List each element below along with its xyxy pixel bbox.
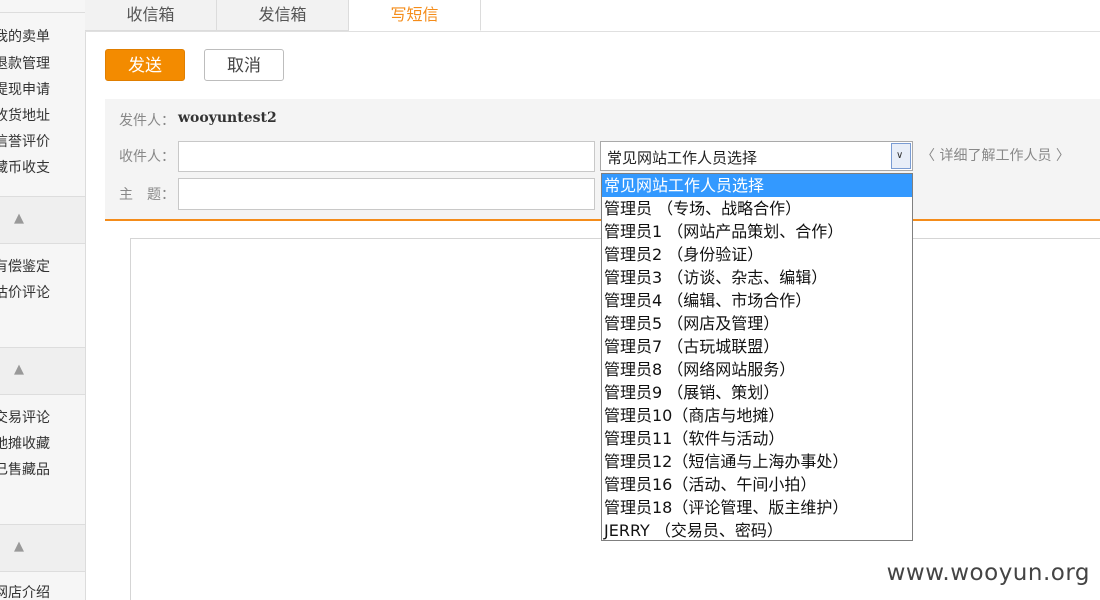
sidebar-item-stall-favorites[interactable]: 地摊收藏 [0, 435, 50, 453]
dropdown-arrow-button[interactable]: ∨ [891, 143, 911, 169]
left-sidebar: 我的卖单 退款管理 提现申请 收货地址 信誉评价 藏币收支 ▲ 有偿鉴定 估价评… [0, 0, 86, 600]
tab-compose[interactable]: 写短信 [349, 0, 481, 31]
tab-inbox[interactable]: 收信箱 [85, 0, 217, 31]
chevron-up-icon: ▲ [14, 362, 24, 377]
send-button[interactable]: 发送 [105, 49, 185, 81]
sidebar-item-sold-items[interactable]: 已售藏品 [0, 461, 50, 479]
sidebar-item-trade-comments[interactable]: 交易评论 [0, 409, 50, 427]
sidebar-item-refund-management[interactable]: 退款管理 [0, 55, 50, 73]
dropdown-option[interactable]: 管理员5 （网店及管理） [602, 312, 912, 335]
sidebar-item-shipping-address[interactable]: 收货地址 [0, 107, 50, 125]
dropdown-option[interactable]: 管理员3 （访谈、杂志、编辑） [602, 266, 912, 289]
dropdown-option[interactable]: 管理员12（短信通与上海办事处） [602, 450, 912, 473]
dropdown-option[interactable]: 管理员4 （编辑、市场合作） [602, 289, 912, 312]
staff-select-dropdown: 常见网站工作人员选择 管理员 （专场、战略合作） 管理员1 （网站产品策划、合作）管… [601, 173, 913, 541]
staff-details-link[interactable]: 〈 详细了解工作人员 〉 [921, 145, 1070, 165]
dropdown-option[interactable]: 管理员7 （古玩城联盟） [602, 335, 912, 358]
chevron-down-icon: ∨ [896, 150, 904, 161]
dropdown-option[interactable]: 管理员2 （身份验证） [602, 243, 912, 266]
dropdown-option[interactable]: 管理员1 （网站产品策划、合作） [602, 220, 912, 243]
dropdown-option[interactable]: 管理员16（活动、午间小拍） [602, 473, 912, 496]
sidebar-item-my-sell-orders[interactable]: 我的卖单 [0, 28, 50, 46]
cancel-button[interactable]: 取消 [204, 49, 284, 81]
recipient-input[interactable] [178, 141, 595, 172]
dropdown-option[interactable]: 管理员10（商店与地摊） [602, 404, 912, 427]
sidebar-item-credit-rating[interactable]: 信誉评价 [0, 133, 50, 151]
sidebar-item-shop-intro[interactable]: 网店介绍 [0, 584, 50, 600]
dropdown-option[interactable]: 管理员9 （展销、策划） [602, 381, 912, 404]
sidebar-section-header[interactable]: ▲ [0, 196, 85, 244]
dropdown-option[interactable]: 管理员 （专场、战略合作） [602, 197, 912, 220]
dropdown-option[interactable]: 管理员18（评论管理、版主维护） [602, 496, 912, 519]
message-tabs: 收信箱 发信箱 写短信 [85, 0, 1100, 32]
sidebar-section-header[interactable]: ▲ [0, 524, 85, 572]
staff-select[interactable]: 常见网站工作人员选择 ∨ [600, 141, 913, 171]
watermark-text: www.wooyun.org [886, 560, 1090, 586]
subject-label: 主 题： [119, 187, 175, 203]
sidebar-item-valuation-comments[interactable]: 估价评论 [0, 284, 50, 302]
dropdown-option[interactable]: 管理员8 （网络网站服务） [602, 358, 912, 381]
sidebar-item-paid-appraisal[interactable]: 有偿鉴定 [0, 258, 50, 276]
sidebar-item-withdraw-request[interactable]: 提现申请 [0, 81, 50, 99]
tab-outbox[interactable]: 发信箱 [217, 0, 349, 31]
chevron-up-icon: ▲ [14, 211, 24, 226]
dropdown-option[interactable]: 常见网站工作人员选择 [602, 174, 912, 197]
sidebar-section-header[interactable]: ▲ [0, 347, 85, 395]
sender-value: wooyuntest2 [178, 110, 277, 126]
dropdown-option[interactable]: JERRY （交易员、密码） [602, 519, 912, 540]
subject-input[interactable] [178, 178, 595, 210]
sender-label: 发件人： [119, 113, 175, 129]
dropdown-option[interactable]: 管理员11（软件与活动） [602, 427, 912, 450]
sidebar-divider [0, 12, 85, 13]
chevron-up-icon: ▲ [14, 539, 24, 554]
staff-select-value: 常见网站工作人员选择 [607, 149, 758, 167]
sidebar-item-coin-balance[interactable]: 藏币收支 [0, 159, 50, 177]
recipient-label: 收件人： [119, 149, 175, 165]
